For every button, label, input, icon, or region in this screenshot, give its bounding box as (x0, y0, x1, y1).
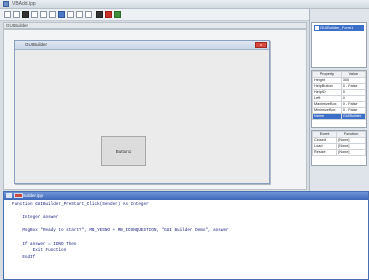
stop-icon[interactable] (67, 11, 74, 18)
code-line: EndIf (12, 254, 36, 260)
code-line: Integer answer (12, 215, 59, 221)
event-name: Resize (311, 149, 338, 156)
event-row[interactable]: Resize [None] (311, 149, 366, 156)
explorer-node-label: GUIBuilder_Form1 (320, 25, 354, 30)
property-row-selected[interactable]: Name GUIBuilder (312, 113, 367, 120)
app-icon (3, 1, 9, 7)
code-line: If answer = IDNO Then (12, 241, 77, 247)
tab-designer[interactable]: GUIBuilder (6, 23, 28, 28)
designed-form[interactable]: GUIBuilder x Button1 (14, 40, 270, 184)
editor-caption: GUIBuilder.ipp (4, 192, 368, 200)
paste-icon[interactable] (49, 11, 56, 18)
properties-grid: Property Value Height 300 HelpButton 0 - F… (311, 70, 367, 128)
property-value[interactable]: GUIBuilder (340, 113, 367, 120)
close-icon[interactable] (14, 193, 23, 198)
designer-tabstrip: GUIBuilder (3, 22, 307, 29)
title-bar: VBAdd.ipp (0, 0, 369, 9)
cut-icon[interactable] (31, 11, 38, 18)
save-icon[interactable] (22, 11, 29, 18)
form-button[interactable]: Button1 (101, 136, 146, 166)
form-close-icon[interactable]: x (255, 42, 267, 48)
form-caption: GUIBuilder x (15, 41, 269, 50)
form-title: GUIBuilder (25, 42, 48, 47)
events-grid: Event Function Closed [None] Load [None] R… (311, 130, 367, 166)
form-icon[interactable] (85, 11, 92, 18)
run-icon[interactable] (58, 11, 65, 18)
code-text-area[interactable]: Function GUIBuilder_PreStart_Click(Sende… (12, 202, 229, 261)
form-node-icon (315, 26, 319, 30)
event-function[interactable]: [None] (336, 149, 366, 156)
code-editor-window: GUIBuilder.ipp Function GUIBuilder_PreSt… (3, 191, 369, 280)
project-explorer: GUIBuilder_Form1 (311, 22, 367, 68)
code-line: Function GUIBuilder_PreStart_Click(Sende… (12, 202, 149, 207)
open-file-icon[interactable] (13, 11, 20, 18)
debug-icon[interactable] (76, 11, 83, 18)
color-icon[interactable] (105, 11, 112, 18)
copy-icon[interactable] (40, 11, 47, 18)
grid-icon[interactable] (96, 11, 103, 18)
editor-file-icon (6, 193, 12, 198)
close-project-icon[interactable] (114, 11, 121, 18)
property-name: Name (312, 113, 342, 120)
code-line: MsgBox "Ready to start?", MB_YESNO + MB_… (12, 228, 229, 234)
explorer-node-form[interactable]: GUIBuilder_Form1 (314, 25, 364, 31)
code-line: Exit Function (12, 248, 67, 254)
new-file-icon[interactable] (4, 11, 11, 18)
window-title: VBAdd.ipp (12, 1, 36, 7)
